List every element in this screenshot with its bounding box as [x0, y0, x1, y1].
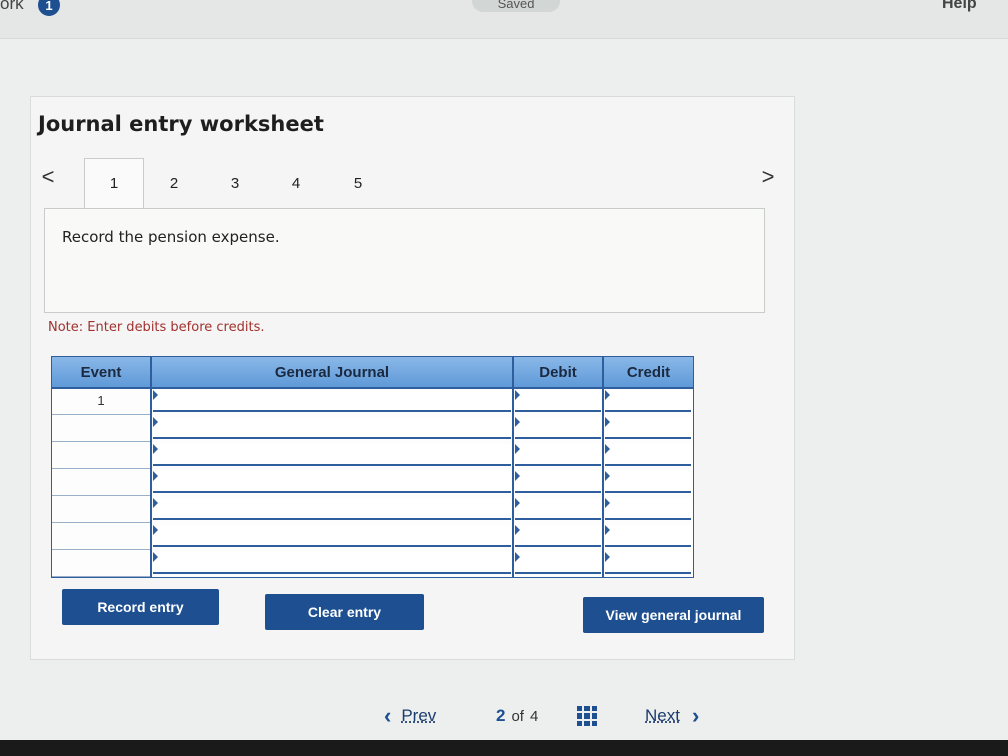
tab-4[interactable]: 4	[266, 158, 326, 208]
header-credit: Credit	[626, 363, 671, 381]
debit-input[interactable]	[515, 417, 601, 439]
chevron-right-icon: ›	[691, 703, 700, 728]
header-event: Event	[80, 363, 122, 381]
saved-indicator: Saved	[472, 0, 560, 12]
credit-input[interactable]	[605, 552, 691, 574]
event-cell: 1	[52, 387, 150, 415]
note-text: Note: Enter debits before credits.	[48, 320, 265, 335]
credit-input[interactable]	[605, 525, 691, 547]
clear-entry-button[interactable]: Clear entry	[265, 594, 424, 630]
debit-input[interactable]	[515, 552, 601, 574]
table-row: 1	[52, 387, 693, 415]
event-cell	[52, 495, 150, 523]
notification-badge[interactable]: 1	[38, 0, 60, 16]
page-counter: 2 of 4	[496, 703, 538, 729]
table-row	[52, 549, 693, 577]
instruction-text: Record the pension expense.	[62, 228, 280, 246]
account-input[interactable]	[153, 417, 511, 439]
page-of-label: of	[511, 707, 524, 725]
tab-2[interactable]: 2	[144, 158, 204, 208]
header-debit: Debit	[539, 363, 577, 381]
top-bar: ork 1 Saved Help	[0, 0, 1008, 39]
account-input[interactable]	[153, 471, 511, 493]
account-input[interactable]	[153, 498, 511, 520]
account-input[interactable]	[153, 444, 511, 466]
page-title: Journal entry worksheet	[38, 112, 324, 136]
view-general-journal-button[interactable]: View general journal	[583, 597, 764, 633]
tab-5[interactable]: 5	[328, 158, 388, 208]
debit-input[interactable]	[515, 471, 601, 493]
debit-input[interactable]	[515, 444, 601, 466]
prev-button[interactable]: ‹ Prev	[384, 703, 436, 729]
next-label: Next	[645, 706, 680, 725]
account-input[interactable]	[153, 552, 511, 574]
credit-input[interactable]	[605, 498, 691, 520]
record-entry-button[interactable]: Record entry	[62, 589, 219, 625]
debit-input[interactable]	[515, 390, 601, 412]
debit-input[interactable]	[515, 525, 601, 547]
screen-bezel	[0, 740, 1008, 756]
previous-tab-arrow-icon[interactable]: <	[38, 164, 58, 189]
help-link[interactable]: Help	[942, 0, 977, 13]
credit-input[interactable]	[605, 390, 691, 412]
table-row	[52, 468, 693, 496]
current-page: 2	[496, 706, 506, 725]
account-input[interactable]	[153, 525, 511, 547]
event-cell	[52, 549, 150, 577]
next-button[interactable]: Next ›	[645, 703, 699, 729]
event-cell	[52, 414, 150, 442]
prev-label: Prev	[401, 706, 437, 725]
event-cell	[52, 468, 150, 496]
credit-input[interactable]	[605, 471, 691, 493]
table-row	[52, 441, 693, 469]
tab-3[interactable]: 3	[205, 158, 265, 208]
table-row	[52, 522, 693, 550]
next-tab-arrow-icon[interactable]: >	[758, 164, 778, 189]
tab-1[interactable]: 1	[84, 158, 144, 208]
total-pages: 4	[529, 707, 539, 725]
table-header: Event General Journal Debit Credit	[52, 357, 693, 389]
header-general-journal: General Journal	[274, 363, 390, 381]
table-row	[52, 495, 693, 523]
event-cell	[52, 522, 150, 550]
journal-entry-table: Event General Journal Debit Credit 1	[51, 356, 694, 578]
table-row	[52, 414, 693, 442]
grid-icon[interactable]	[577, 706, 597, 726]
credit-input[interactable]	[605, 417, 691, 439]
credit-input[interactable]	[605, 444, 691, 466]
debit-input[interactable]	[515, 498, 601, 520]
work-label: ork	[0, 0, 24, 13]
account-input[interactable]	[153, 390, 511, 412]
chevron-left-icon: ‹	[384, 703, 392, 728]
instruction-box: Record the pension expense.	[44, 208, 765, 313]
event-cell	[52, 441, 150, 469]
